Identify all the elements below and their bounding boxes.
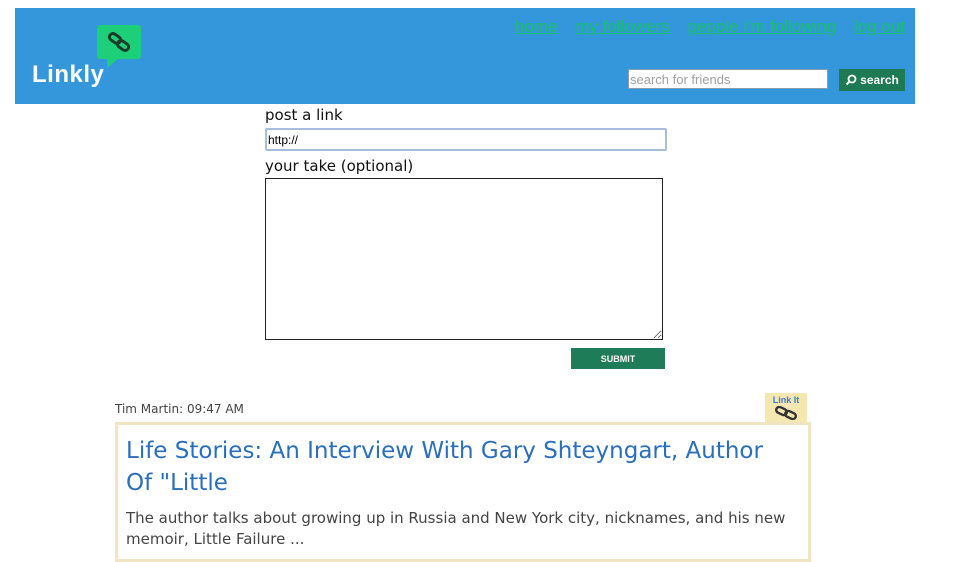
feed-card-description: The author talks about growing up in Rus… <box>126 509 786 548</box>
your-take-label: your take (optional) <box>265 157 414 175</box>
submit-button[interactable]: SUBMIT <box>571 348 665 369</box>
nav-followers-link[interactable]: my followers <box>575 17 669 36</box>
logo-bubble-tail <box>107 58 119 68</box>
search-input[interactable] <box>628 69 828 89</box>
nav-logout-link[interactable]: log out <box>854 17 905 36</box>
link-url-input[interactable] <box>265 128 667 151</box>
top-header: Linkly home my followers people I'm foll… <box>15 8 915 104</box>
link-it-label: Link It <box>772 395 800 405</box>
nav-home-link[interactable]: home <box>515 17 558 36</box>
post-author-time: Tim Martin: 09:47 AM <box>115 402 244 416</box>
search-icon <box>845 74 857 86</box>
link-it-button[interactable]: Link It <box>765 393 807 423</box>
search-button-label: search <box>860 73 899 87</box>
feed-card-title-link[interactable]: Life Stories: An Interview With Gary Sht… <box>126 435 786 499</box>
nav-following-link[interactable]: people I'm following <box>687 17 836 36</box>
your-take-textarea[interactable] <box>265 178 663 340</box>
feed-card: Life Stories: An Interview With Gary Sht… <box>115 422 811 562</box>
post-link-label: post a link <box>265 106 343 124</box>
logo-text[interactable]: Linkly <box>32 61 104 89</box>
logo-chain-icon[interactable] <box>97 25 141 59</box>
chain-link-icon <box>775 405 797 421</box>
main-nav: home my followers people I'm following l… <box>502 17 905 37</box>
search-button[interactable]: search <box>839 69 905 91</box>
